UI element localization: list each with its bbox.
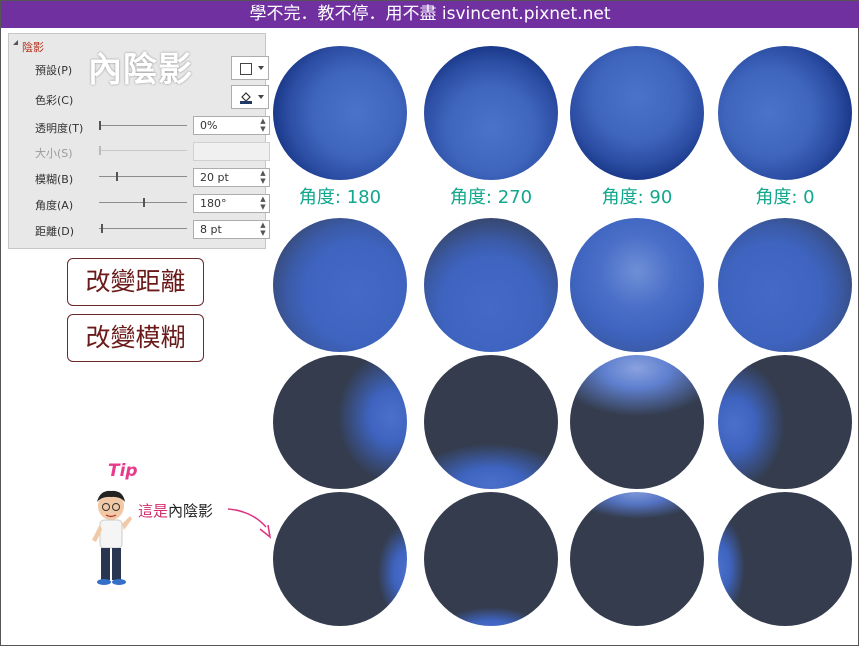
slider-thumb[interactable] bbox=[116, 172, 118, 181]
transparency-value: 0% bbox=[200, 119, 218, 132]
sphere-dark-bottom bbox=[570, 492, 704, 626]
spinner-arrows-icon[interactable]: ▲ ▼ bbox=[259, 195, 267, 212]
inner-shadow-title: 內陰影 bbox=[88, 50, 193, 90]
chevron-down-icon bbox=[258, 95, 264, 99]
preset-label: 預設(P) bbox=[35, 64, 73, 77]
transparency-slider[interactable] bbox=[99, 121, 187, 130]
sphere-dark-right bbox=[718, 492, 852, 626]
angle-label: 角度(A) bbox=[35, 199, 74, 212]
blur-spinner[interactable]: 20 pt ▲ ▼ bbox=[193, 168, 270, 187]
square-preset-icon bbox=[240, 63, 252, 75]
size-slider bbox=[99, 146, 187, 155]
sphere-angle-90 bbox=[570, 46, 704, 180]
sphere-dark-top bbox=[424, 492, 558, 626]
sphere-dark-left bbox=[273, 492, 407, 626]
spinner-arrows-icon[interactable]: ▲ ▼ bbox=[259, 117, 267, 134]
angle-slider[interactable] bbox=[99, 198, 187, 207]
distance-label: 距離(D) bbox=[35, 225, 75, 238]
spinner-arrows-icon[interactable]: ▲ ▼ bbox=[259, 221, 267, 238]
slider-thumb[interactable] bbox=[143, 198, 145, 207]
sphere-shadow-left bbox=[273, 218, 407, 352]
angle-caption: 角度: 270 bbox=[449, 187, 533, 208]
sphere-dark-blur-bottom bbox=[570, 355, 704, 489]
slider-thumb[interactable] bbox=[99, 121, 101, 130]
angle-caption: 角度: 0 bbox=[755, 187, 815, 208]
collapse-triangle-icon[interactable] bbox=[13, 40, 18, 45]
curved-arrow-icon bbox=[227, 508, 272, 539]
size-spinner bbox=[193, 142, 270, 161]
distance-value: 8 pt bbox=[200, 223, 222, 236]
chevron-down-icon bbox=[258, 66, 264, 70]
change-blur-label: 改變模糊 bbox=[67, 314, 204, 362]
slider-thumb bbox=[99, 146, 101, 155]
site-banner: 學不完．教不停．用不盡 isvincent.pixnet.net bbox=[1, 1, 859, 28]
sphere-dark-blur-left bbox=[273, 355, 407, 489]
angle-caption: 角度: 90 bbox=[601, 187, 673, 208]
color-label: 色彩(C) bbox=[35, 94, 74, 107]
tip-note: 這是內陰影 bbox=[138, 500, 213, 521]
cartoon-mascot-icon bbox=[92, 490, 132, 585]
distance-slider[interactable] bbox=[99, 224, 187, 233]
sphere-angle-270 bbox=[424, 46, 558, 180]
transparency-label: 透明度(T) bbox=[35, 122, 84, 135]
color-dropdown[interactable] bbox=[231, 85, 269, 109]
distance-spinner[interactable]: 8 pt ▲ ▼ bbox=[193, 220, 270, 239]
blur-label: 模糊(B) bbox=[35, 173, 74, 186]
paint-bucket-icon bbox=[240, 90, 252, 104]
sphere-shadow-bottom bbox=[570, 218, 704, 352]
angle-spinner[interactable]: 180° ▲ ▼ bbox=[193, 194, 270, 213]
slider-thumb[interactable] bbox=[101, 224, 103, 233]
sphere-dark-blur-right bbox=[718, 355, 852, 489]
tip-badge: Tip bbox=[108, 461, 138, 481]
angle-value: 180° bbox=[200, 197, 227, 210]
size-label: 大小(S) bbox=[35, 147, 73, 160]
sphere-angle-180 bbox=[273, 46, 407, 180]
blur-slider[interactable] bbox=[99, 172, 187, 181]
sphere-dark-blur-top bbox=[424, 355, 558, 489]
blur-value: 20 pt bbox=[200, 171, 229, 184]
sphere-shadow-right bbox=[718, 218, 852, 352]
sphere-angle-0 bbox=[718, 46, 852, 180]
change-distance-label: 改變距離 bbox=[67, 258, 204, 306]
shadow-section-header[interactable]: 陰影 bbox=[22, 39, 44, 55]
tip-note-prefix: 這是 bbox=[138, 502, 169, 520]
preset-dropdown[interactable] bbox=[231, 56, 269, 80]
angle-caption: 角度: 180 bbox=[298, 187, 382, 208]
tip-note-main: 內陰影 bbox=[168, 502, 214, 520]
spinner-arrows-icon[interactable]: ▲ ▼ bbox=[259, 169, 267, 186]
sphere-shadow-top bbox=[424, 218, 558, 352]
transparency-spinner[interactable]: 0% ▲ ▼ bbox=[193, 116, 270, 135]
